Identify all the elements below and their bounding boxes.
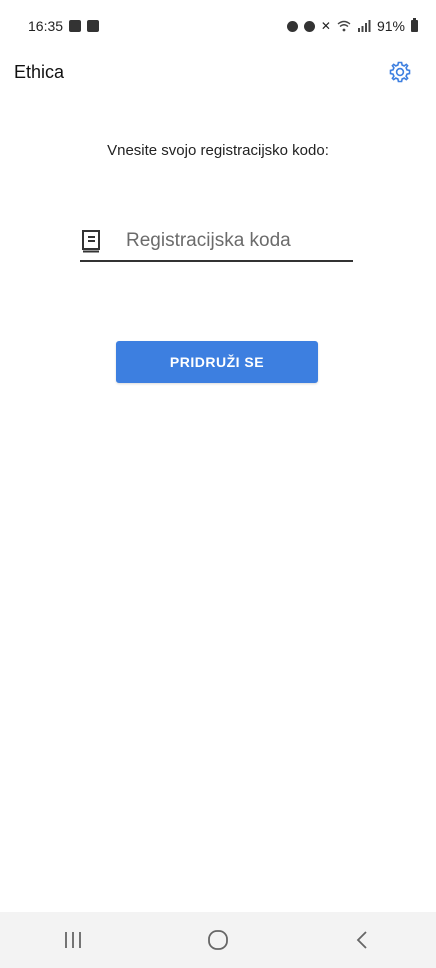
- screen: 16:35 ✕ 91% Ethica Vnesite svojo registr…: [0, 0, 436, 968]
- settings-button[interactable]: [386, 58, 414, 86]
- status-left: 16:35: [28, 18, 100, 34]
- mute-icon: ✕: [320, 19, 331, 33]
- home-icon: [208, 930, 228, 950]
- recent-apps-icon: [64, 932, 81, 948]
- image-icon: [69, 20, 82, 32]
- status-right: ✕ 91%: [286, 18, 418, 34]
- status-bar: 16:35 ✕ 91%: [0, 0, 436, 52]
- back-icon: [357, 931, 367, 949]
- app-bar: Ethica: [0, 52, 436, 92]
- recent-apps-button[interactable]: [43, 920, 103, 960]
- home-button[interactable]: [188, 920, 248, 960]
- system-nav-bar: [0, 912, 436, 968]
- book-icon: [82, 230, 100, 253]
- alarm-icon: [286, 20, 298, 32]
- status-time: 16:35: [28, 18, 64, 34]
- registration-code-field[interactable]: [80, 222, 353, 262]
- signal-icon: [357, 20, 371, 32]
- registration-prompt: Vnesite svojo registracijsko kodo:: [107, 142, 329, 159]
- app-title: Ethica: [14, 61, 65, 82]
- battery-percent: 91%: [376, 18, 405, 34]
- registration-code-input[interactable]: [116, 230, 346, 252]
- gear-icon: [389, 61, 411, 83]
- wifi-icon: [337, 20, 351, 32]
- back-button[interactable]: [333, 920, 393, 960]
- settings-notification-icon: [303, 20, 315, 32]
- check-box-icon: [87, 20, 100, 32]
- battery-icon: [411, 18, 418, 32]
- join-button[interactable]: PRIDRUŽI SE: [116, 341, 318, 383]
